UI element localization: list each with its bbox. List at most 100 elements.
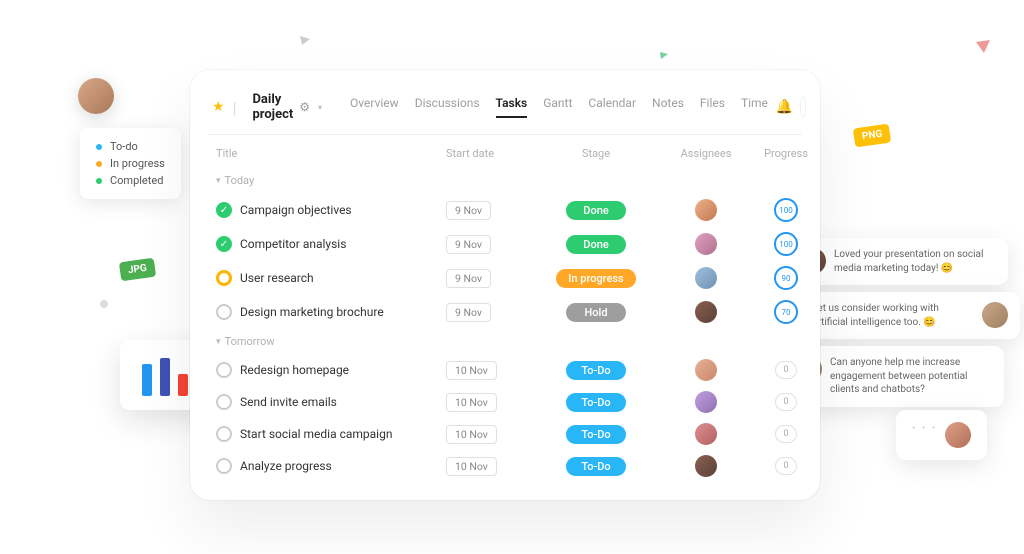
legend-completed: Completed — [110, 174, 163, 187]
stage-badge[interactable]: Done — [566, 201, 626, 220]
project-name[interactable]: Daily project — [252, 92, 293, 122]
avatar[interactable] — [801, 97, 805, 117]
tab-gantt[interactable]: Gantt — [543, 96, 572, 118]
checkbox[interactable] — [216, 458, 232, 474]
task-row[interactable]: Send invite emails10 NovTo-Do0 — [208, 386, 802, 418]
assignee-avatar[interactable] — [695, 391, 717, 413]
start-date[interactable]: 10 Nov — [446, 457, 497, 476]
task-row[interactable]: Start social media campaign 10 Nov To-Do 0 — [208, 418, 802, 450]
stage-badge[interactable]: In progress — [556, 269, 635, 288]
start-date[interactable]: 9 Nov — [446, 303, 491, 322]
task-title: Analyze progress — [240, 459, 332, 473]
checkbox[interactable] — [216, 304, 232, 320]
avatar — [78, 78, 114, 114]
chart-bar — [178, 374, 188, 396]
stage-badge[interactable]: Done — [566, 235, 626, 254]
start-date[interactable]: 10 Nov — [446, 361, 497, 380]
progress-indicator: 0 — [775, 425, 797, 443]
task-title: Send invite emails — [240, 395, 337, 409]
stage-badge[interactable]: To-Do — [566, 457, 626, 476]
progress-indicator: 90 — [774, 266, 798, 290]
confetti-icon — [660, 52, 668, 60]
task-row[interactable]: User research 9 Nov In progress 90 — [208, 261, 802, 295]
avatar — [945, 422, 971, 448]
header: ★ | Daily project ⚙▾ OverviewDiscussions… — [208, 90, 802, 135]
favorite-star-icon[interactable]: ★ — [212, 99, 225, 115]
chevron-down-icon: ▾ — [216, 337, 221, 347]
progress-indicator: 0 — [775, 361, 797, 379]
task-row[interactable]: Redesign homepage10 NovTo-Do0 — [208, 354, 802, 386]
start-date[interactable]: 10 Nov — [446, 425, 497, 444]
column-headers: Title Start date Stage Assignees Progres… — [208, 135, 802, 168]
progress-indicator: 0 — [775, 457, 797, 475]
tab-discussions[interactable]: Discussions — [415, 96, 480, 118]
task-title: Design marketing brochure — [240, 305, 384, 319]
stage-badge[interactable]: To-Do — [566, 361, 626, 380]
start-date[interactable]: 9 Nov — [446, 269, 491, 288]
progress-indicator: 100 — [774, 198, 798, 222]
assignee-avatar[interactable] — [695, 455, 717, 477]
legend-inprogress: In progress — [110, 157, 165, 170]
chart-bar — [142, 364, 152, 396]
confetti-icon — [976, 40, 990, 54]
col-stage: Stage — [536, 147, 656, 160]
assignee-avatar[interactable] — [695, 233, 717, 255]
png-badge: PNG — [853, 124, 892, 148]
legend-card: To-do In progress Completed — [80, 128, 181, 199]
task-row[interactable]: ✓ Campaign objectives 9 Nov Done 100 — [208, 193, 802, 227]
project-window: ★ | Daily project ⚙▾ OverviewDiscussions… — [190, 70, 820, 500]
legend-todo: To-do — [110, 140, 138, 153]
tab-time[interactable]: Time — [741, 96, 768, 118]
more-comments-bubble[interactable]: • • • — [896, 410, 987, 460]
checkbox[interactable] — [216, 426, 232, 442]
comment-bubble[interactable]: Loved your presentation on social media … — [788, 238, 1008, 285]
chevron-down-icon: ▾ — [216, 176, 221, 186]
assignee-avatar[interactable] — [695, 359, 717, 381]
task-title: Campaign objectives — [240, 203, 352, 217]
start-date[interactable]: 9 Nov — [446, 235, 491, 254]
task-row[interactable]: Analyze progress 10 Nov To-Do 0 — [208, 450, 802, 482]
progress-indicator: 100 — [774, 232, 798, 256]
task-row[interactable]: Design marketing brochure 9 Nov Hold 70 — [208, 295, 802, 329]
assignee-avatar[interactable] — [695, 267, 717, 289]
checkbox[interactable] — [216, 270, 232, 286]
col-progress: Progress — [756, 147, 816, 160]
tab-notes[interactable]: Notes — [652, 96, 684, 118]
stage-badge[interactable]: To-Do — [566, 393, 626, 412]
tab-overview[interactable]: Overview — [350, 96, 399, 118]
comment-bubble[interactable]: Let us consider working with artificial … — [800, 292, 1020, 339]
jpg-badge: JPG — [119, 258, 156, 282]
section-header[interactable]: ▾Tomorrow — [208, 329, 802, 354]
checkbox[interactable] — [216, 394, 232, 410]
stage-badge[interactable]: Hold — [566, 303, 626, 322]
checkbox[interactable]: ✓ — [216, 202, 232, 218]
assignee-avatar[interactable] — [695, 301, 717, 323]
task-title: Start social media campaign — [240, 427, 392, 441]
assignee-avatar[interactable] — [695, 199, 717, 221]
chevron-down-icon[interactable]: ▾ — [318, 103, 322, 112]
bell-icon[interactable]: 🔔 — [776, 99, 793, 115]
chart-bar — [160, 358, 170, 396]
stage-badge[interactable]: To-Do — [566, 425, 626, 444]
col-startdate: Start date — [446, 147, 536, 160]
tab-tasks[interactable]: Tasks — [496, 96, 528, 118]
tab-files[interactable]: Files — [700, 96, 725, 118]
comment-text: Let us consider working with artificial … — [812, 302, 974, 329]
col-title: Title — [216, 147, 446, 160]
task-title: User research — [240, 271, 314, 285]
comment-text: Can anyone help me increase engagement b… — [830, 356, 992, 397]
section-header[interactable]: ▾Today — [208, 168, 802, 193]
task-row[interactable]: ✓Competitor analysis9 NovDone100 — [208, 227, 802, 261]
assignee-avatar[interactable] — [695, 423, 717, 445]
checkbox[interactable] — [216, 362, 232, 378]
progress-indicator: 70 — [774, 300, 798, 324]
start-date[interactable]: 10 Nov — [446, 393, 497, 412]
start-date[interactable]: 9 Nov — [446, 201, 491, 220]
task-list: ▾Today✓Campaign objectives9 NovDone100✓C… — [208, 168, 802, 482]
tabs: Overview Discussions Tasks Gantt Calendar Not… — [350, 96, 768, 118]
gear-icon[interactable]: ⚙ — [299, 100, 310, 114]
dots-icon: • • • — [912, 422, 937, 436]
confetti-icon — [100, 300, 108, 308]
tab-calendar[interactable]: Calendar — [588, 96, 636, 118]
checkbox[interactable]: ✓ — [216, 236, 232, 252]
